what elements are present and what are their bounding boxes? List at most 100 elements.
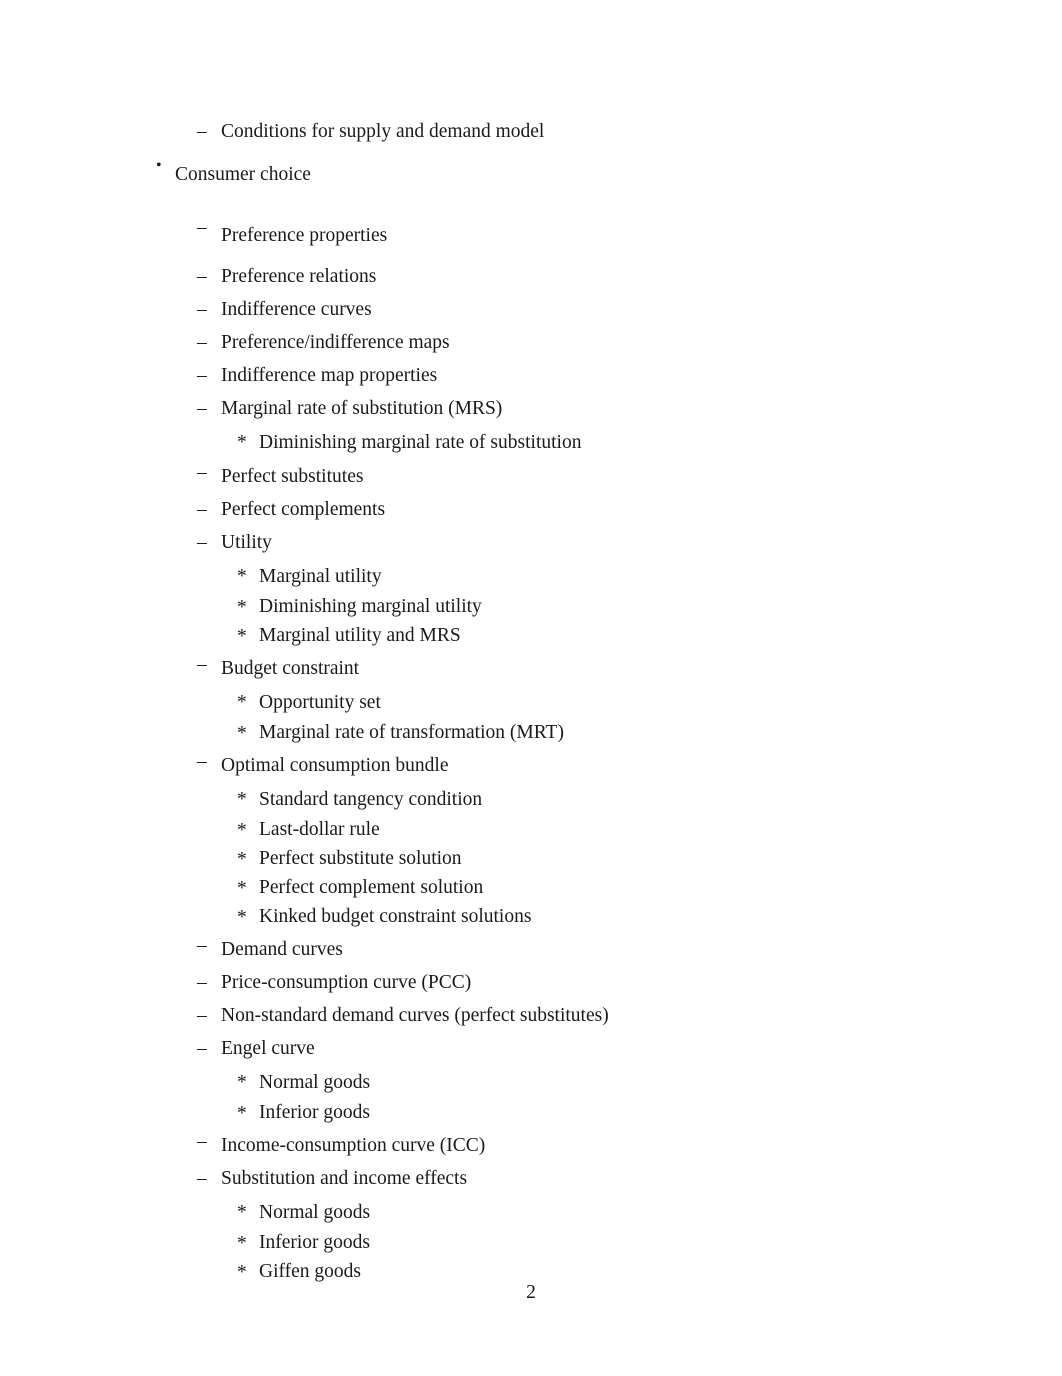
asterisk-marker-icon: * <box>237 626 247 647</box>
outline-item-label: Perfect complement solution <box>259 877 484 898</box>
outline-item-level-3: * Diminishing marginal utility <box>0 597 1062 626</box>
outline-item-label: Price-consumption curve (PCC) <box>221 972 472 993</box>
outline-item-label: Perfect substitute solution <box>259 848 462 869</box>
dash-marker-icon: – <box>197 1168 207 1189</box>
outline-item-label: Standard tangency condition <box>259 789 483 810</box>
outline-item-label: Budget constraint <box>221 658 360 679</box>
outline-item-label: Diminishing marginal rate of substitutio… <box>259 432 582 453</box>
outline-item-level-2: – Conditions for supply and demand model <box>0 122 1062 155</box>
outline-item-label: Preference properties <box>221 225 388 246</box>
asterisk-marker-icon: * <box>237 692 247 713</box>
asterisk-marker-icon: * <box>237 1262 247 1283</box>
outline-item-level-2: – Budget constraint <box>0 655 1062 692</box>
asterisk-marker-icon: * <box>237 597 247 618</box>
asterisk-marker-icon: * <box>237 878 247 899</box>
outline-item-level-2: – Substitution and income effects <box>0 1169 1062 1202</box>
outline-item-level-3: * Last-dollar rule <box>0 820 1062 849</box>
outline-item-level-3: * Normal goods <box>0 1072 1062 1103</box>
dash-marker-icon: – <box>197 751 207 772</box>
outline-item-label: Utility <box>221 532 272 553</box>
asterisk-marker-icon: * <box>237 566 247 587</box>
outline-item-level-3: * Diminishing marginal rate of substituti… <box>0 432 1062 463</box>
outline-item-label: Consumer choice <box>175 164 311 185</box>
outline-item-level-2: – Optimal consumption bundle <box>0 752 1062 789</box>
dash-marker-icon: – <box>197 332 207 353</box>
dash-marker-icon: – <box>197 935 207 956</box>
outline-item-level-3: * Perfect complement solution <box>0 878 1062 907</box>
dash-marker-icon: – <box>197 499 207 520</box>
outline-item-level-2: – Perfect substitutes <box>0 463 1062 500</box>
dash-marker-icon: – <box>197 532 207 553</box>
outline-item-label: Income-consumption curve (ICC) <box>221 1135 486 1156</box>
outline-item-label: Preference relations <box>221 266 377 287</box>
outline-item-level-2: – Price-consumption curve (PCC) <box>0 973 1062 1006</box>
outline-item-label: Normal goods <box>259 1202 371 1223</box>
outline-item-level-3: * Perfect substitute solution <box>0 849 1062 878</box>
asterisk-marker-icon: * <box>237 907 247 928</box>
outline-item-level-2: – Marginal rate of substitution (MRS) <box>0 399 1062 432</box>
outline-item-level-2: – Demand curves <box>0 936 1062 973</box>
outline-item-label: Diminishing marginal utility <box>259 596 482 617</box>
asterisk-marker-icon: * <box>237 1202 247 1223</box>
outline-item-level-2: – Perfect complements <box>0 500 1062 533</box>
asterisk-marker-icon: * <box>237 789 247 810</box>
outline-item-label: Normal goods <box>259 1072 371 1093</box>
outline-item-level-2: – Preference/indifference maps <box>0 333 1062 366</box>
outline-item-label: Engel curve <box>221 1038 315 1059</box>
outline-item-level-2: – Engel curve <box>0 1039 1062 1072</box>
dash-marker-icon: – <box>197 121 207 142</box>
outline-item-label: Substitution and income effects <box>221 1168 468 1189</box>
dash-marker-icon: – <box>197 217 207 238</box>
page-number: 2 <box>526 1282 536 1303</box>
outline-item-label: Marginal rate of transformation (MRT) <box>259 722 564 743</box>
outline-item-level-3: * Standard tangency condition <box>0 789 1062 820</box>
outline-item-level-2: – Indifference map properties <box>0 366 1062 399</box>
outline-item-label: Marginal utility and MRS <box>259 625 461 646</box>
outline-item-level-2: – Income-consumption curve (ICC) <box>0 1132 1062 1169</box>
outline-item-label: Demand curves <box>221 939 343 960</box>
outline-item-level-3: * Marginal utility and MRS <box>0 626 1062 655</box>
outline-item-level-2: – Utility <box>0 533 1062 566</box>
outline-item-label: Optimal consumption bundle <box>221 755 449 776</box>
outline-item-level-2: – Preference properties <box>0 218 1062 267</box>
asterisk-marker-icon: * <box>237 432 247 453</box>
outline-item-level-3: * Marginal utility <box>0 566 1062 597</box>
outline-item-label: Perfect complements <box>221 499 386 520</box>
outline-item-level-3: * Marginal rate of transformation (MRT) <box>0 723 1062 752</box>
outline-item-label: Marginal utility <box>259 566 382 587</box>
outline-item-label: Indifference curves <box>221 299 372 320</box>
outline-item-level-3: * Inferior goods <box>0 1103 1062 1132</box>
outline-item-label: Giffen goods <box>259 1261 362 1282</box>
outline-item-label: Indifference map properties <box>221 365 438 386</box>
dash-marker-icon: – <box>197 365 207 386</box>
dash-marker-icon: – <box>197 654 207 675</box>
dash-marker-icon: – <box>197 1038 207 1059</box>
outline-item-label: Conditions for supply and demand model <box>221 121 545 142</box>
outline-item-level-3: * Normal goods <box>0 1202 1062 1233</box>
dash-marker-icon: – <box>197 266 207 287</box>
outline-item-level-3: * Opportunity set <box>0 692 1062 723</box>
outline-item-level-1: • Consumer choice <box>0 155 1062 218</box>
outline-item-label: Perfect substitutes <box>221 466 364 487</box>
asterisk-marker-icon: * <box>237 1233 247 1254</box>
dash-marker-icon: – <box>197 972 207 993</box>
asterisk-marker-icon: * <box>237 1103 247 1124</box>
dash-marker-icon: – <box>197 398 207 419</box>
dash-marker-icon: – <box>197 462 207 483</box>
outline-item-label: Inferior goods <box>259 1102 371 1123</box>
bullet-marker-icon: • <box>156 157 162 174</box>
document-page: – Conditions for supply and demand model •… <box>0 0 1062 1376</box>
outline-item-label: Kinked budget constraint solutions <box>259 906 532 927</box>
outline-item-level-2: – Indifference curves <box>0 300 1062 333</box>
outline-item-level-2: – Non-standard demand curves (perfect sub… <box>0 1006 1062 1039</box>
asterisk-marker-icon: * <box>237 820 247 841</box>
asterisk-marker-icon: * <box>237 723 247 744</box>
dash-marker-icon: – <box>197 299 207 320</box>
outline-item-label: Marginal rate of substitution (MRS) <box>221 398 503 419</box>
outline-item-label: Last-dollar rule <box>259 819 380 840</box>
outline-item-label: Non-standard demand curves (perfect subs… <box>221 1005 609 1026</box>
outline-item-level-3: * Kinked budget constraint solutions <box>0 907 1062 936</box>
asterisk-marker-icon: * <box>237 1072 247 1093</box>
outline-item-level-3: * Inferior goods <box>0 1233 1062 1262</box>
outline-item-level-2: – Preference relations <box>0 267 1062 300</box>
